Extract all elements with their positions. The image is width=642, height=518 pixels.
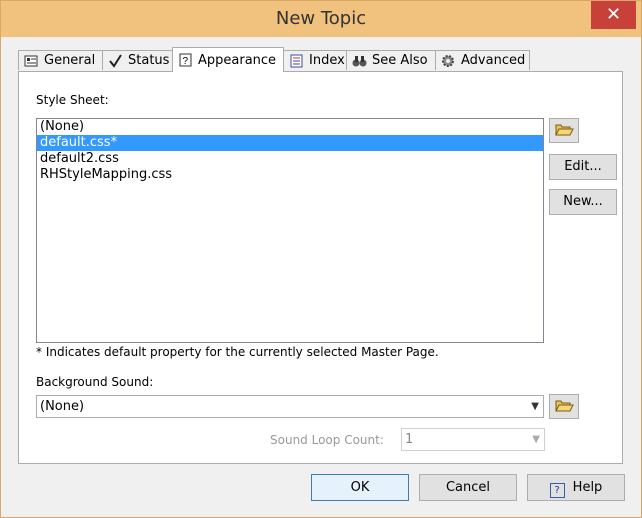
title-bar[interactable]: New Topic ✕ xyxy=(1,1,641,37)
sound-loop-count-label: Sound Loop Count: xyxy=(270,433,384,447)
dialog-client-area: General Status ? Appearance Index See Al… xyxy=(8,37,634,510)
index-icon xyxy=(289,54,304,68)
chevron-down-icon: ▼ xyxy=(532,434,540,445)
help-icon: ? xyxy=(549,483,565,498)
sound-loop-count-value: 1 xyxy=(405,432,414,447)
tab-label: See Also xyxy=(372,53,428,68)
new-style-sheet-button[interactable]: New... xyxy=(549,189,617,215)
default-property-note: * Indicates default property for the cur… xyxy=(36,345,439,359)
list-item[interactable]: (None) xyxy=(37,119,543,135)
browse-style-sheet-button[interactable] xyxy=(549,118,579,143)
tab-index[interactable]: Index xyxy=(283,50,347,70)
sound-loop-count-dropdown[interactable]: 1 ▼ xyxy=(401,428,545,451)
tab-label: General xyxy=(44,53,96,68)
appearance-tab-panel: Style Sheet: (None) default.css* default… xyxy=(18,71,623,464)
window-title: New Topic xyxy=(275,8,367,29)
tab-advanced[interactable]: Advanced xyxy=(435,50,530,70)
tab-label: Index xyxy=(309,53,345,68)
svg-text:?: ? xyxy=(183,56,189,67)
style-sheet-label: Style Sheet: xyxy=(36,93,109,107)
chevron-down-icon: ▼ xyxy=(531,401,539,412)
help-button-label: Help xyxy=(572,480,603,495)
tab-label: Advanced xyxy=(461,53,526,68)
tab-see-also[interactable]: See Also xyxy=(346,50,436,70)
tab-status[interactable]: Status xyxy=(102,50,173,70)
list-item[interactable]: default2.css xyxy=(37,151,543,167)
ok-button[interactable]: OK xyxy=(311,474,409,501)
open-folder-icon xyxy=(555,124,574,136)
dialog-window: New Topic ✕ General Status ? Appearance xyxy=(0,0,642,518)
browse-sound-button[interactable] xyxy=(549,394,579,419)
list-item[interactable]: RHStyleMapping.css xyxy=(37,167,543,183)
style-sheet-label-text: Style Sheet: xyxy=(36,93,109,107)
tab-appearance[interactable]: ? Appearance xyxy=(172,47,284,72)
close-button[interactable]: ✕ xyxy=(591,1,636,29)
help-page-icon: ? xyxy=(178,53,193,67)
background-sound-label: Background Sound: xyxy=(36,375,154,389)
general-properties-icon xyxy=(24,54,39,68)
edit-style-sheet-button[interactable]: Edit... xyxy=(549,154,617,180)
cancel-button[interactable]: Cancel xyxy=(419,474,517,501)
gear-icon xyxy=(441,54,456,68)
tab-label: Appearance xyxy=(198,52,277,68)
checkmark-icon xyxy=(108,53,123,68)
list-item-selected[interactable]: default.css* xyxy=(37,135,543,151)
tab-label: Status xyxy=(128,53,170,68)
style-sheet-list[interactable]: (None) default.css* default2.css RHStyle… xyxy=(36,118,544,343)
background-sound-value: (None) xyxy=(40,399,85,414)
background-sound-dropdown[interactable]: (None) ▼ xyxy=(36,395,544,418)
tab-general[interactable]: General xyxy=(18,50,103,70)
help-button[interactable]: ? Help xyxy=(527,474,625,501)
binoculars-icon xyxy=(352,54,367,68)
open-folder-icon xyxy=(555,400,574,412)
